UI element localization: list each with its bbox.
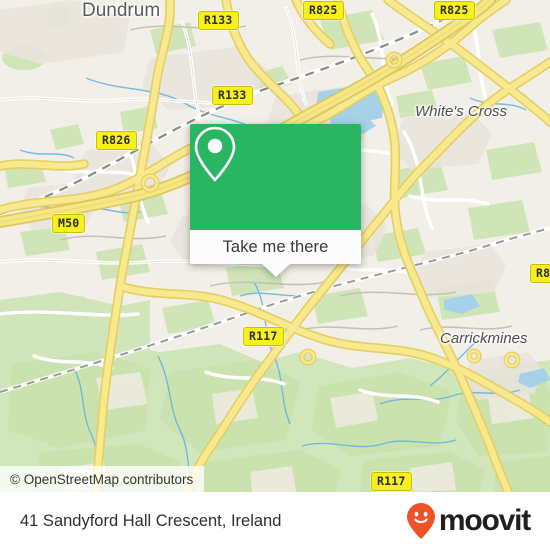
take-me-there-label: Take me there (222, 237, 329, 256)
map-attribution: © OpenStreetMap contributors (0, 466, 205, 492)
popup-header (190, 124, 361, 230)
map-pin-icon (194, 126, 236, 182)
address-text: 41 Sandyford Hall Crescent, Ireland (20, 511, 282, 530)
road-shield-r117-b: R117 (371, 472, 412, 491)
road-shield-r133-a: R133 (198, 11, 239, 30)
road-shield-m50: M50 (52, 214, 86, 233)
share-footer-bar: 41 Sandyford Hall Crescent, Ireland moov… (0, 492, 550, 550)
map-canvas[interactable]: Dundrum White's Cross Carrickmines R133 … (0, 0, 550, 492)
moovit-smiley-pin-icon (406, 503, 435, 539)
road-shield-r133-b: R133 (212, 86, 253, 105)
road-shield-r84: R84 (530, 264, 550, 283)
take-me-there-button[interactable]: Take me there (190, 230, 361, 264)
road-shield-r825-a: R825 (303, 1, 344, 20)
attribution-text: © OpenStreetMap contributors (10, 471, 194, 487)
moovit-map-share-card: Dundrum White's Cross Carrickmines R133 … (0, 0, 550, 550)
road-shield-r826: R826 (96, 131, 137, 150)
moovit-logo[interactable]: moovit (406, 502, 531, 540)
popup-pointer-tail (261, 264, 290, 277)
moovit-wordmark: moovit (438, 504, 531, 537)
road-shield-r117-a: R117 (243, 327, 284, 346)
destination-popup-card[interactable]: Take me there (190, 124, 361, 277)
road-shield-r825-b: R825 (434, 1, 475, 20)
